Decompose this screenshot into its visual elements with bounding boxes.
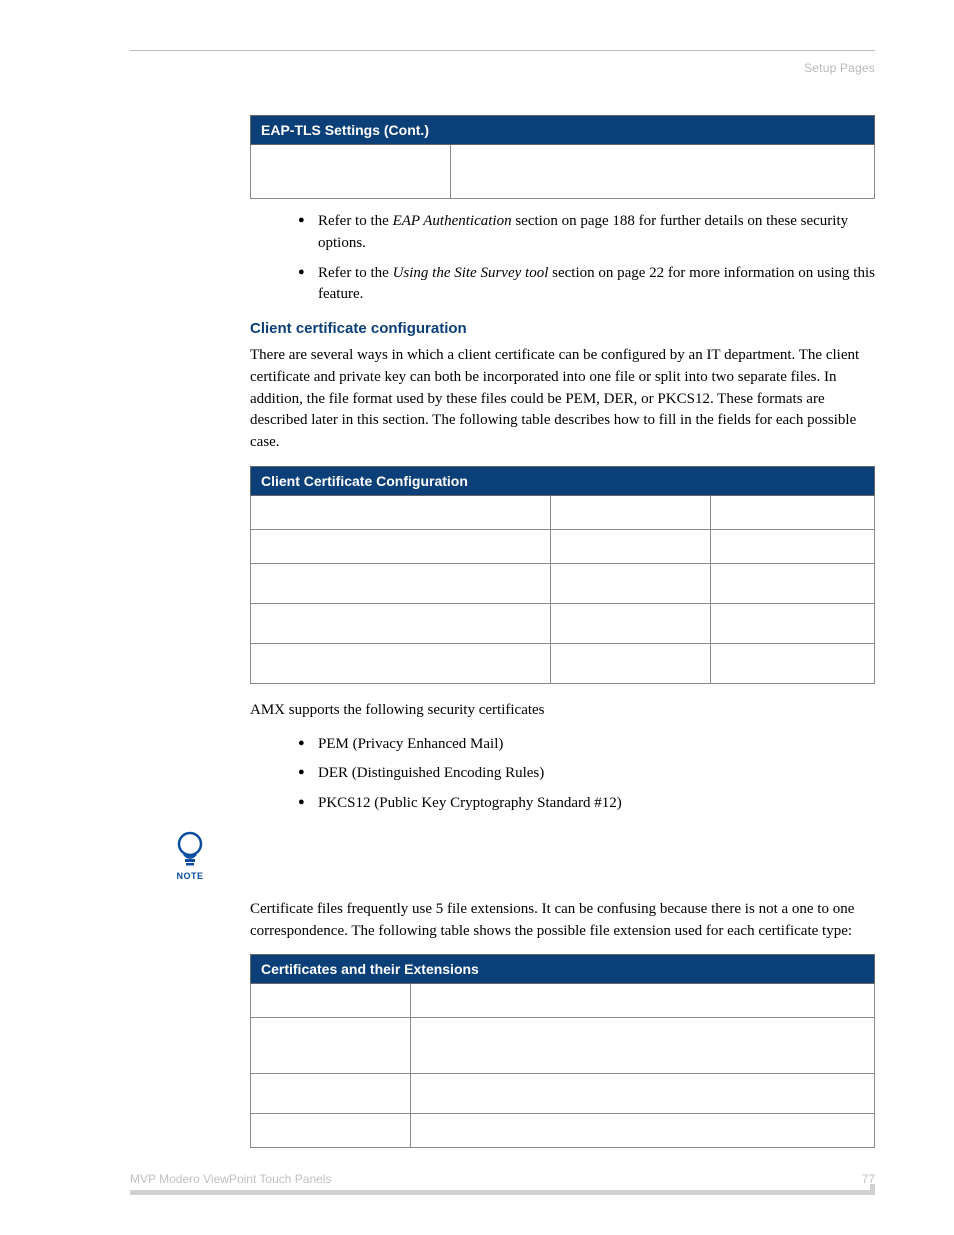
top-rule (130, 50, 875, 51)
note-icon: NOTE (168, 829, 212, 881)
ccc-table-title: Client Certificate Configuration (251, 466, 875, 495)
ccc-cell (251, 495, 551, 529)
amx-line: AMX supports the following security cert… (250, 700, 875, 722)
eap-cell (451, 145, 875, 199)
note-label: NOTE (168, 871, 212, 881)
ccc-cell (551, 563, 711, 603)
note-block: NOTE (250, 829, 875, 899)
ccc-cell (251, 603, 551, 643)
ccc-cell (251, 643, 551, 683)
cert-item: PEM (Privacy Enhanced Mail) (298, 734, 875, 756)
eap-cell (251, 145, 451, 199)
text: Refer to the (318, 265, 393, 281)
ref-link-text: EAP Authentication (393, 213, 512, 229)
cert-item: DER (Distinguished Encoding Rules) (298, 763, 875, 785)
ext-cell (251, 1074, 411, 1114)
certext-para: Certificate files frequently use 5 file … (250, 899, 875, 943)
page: Setup Pages EAP-TLS Settings (Cont.) Ref… (130, 50, 875, 1160)
ccc-cell (711, 563, 875, 603)
ccc-cell (551, 529, 711, 563)
ext-cell (251, 1114, 411, 1148)
section-heading-ccc: Client certificate configuration (250, 320, 875, 337)
ccc-cell (251, 529, 551, 563)
content-area: EAP-TLS Settings (Cont.) Refer to the EA… (250, 115, 875, 1148)
ccc-cell (251, 563, 551, 603)
eap-tls-table: EAP-TLS Settings (Cont.) (250, 115, 875, 199)
ccc-cell (551, 495, 711, 529)
ccc-table: Client Certificate Configuration (250, 466, 875, 684)
text: Refer to the (318, 213, 393, 229)
eap-tls-title: EAP-TLS Settings (Cont.) (251, 116, 875, 145)
running-header: Setup Pages (130, 61, 875, 75)
cert-list: PEM (Privacy Enhanced Mail) DER (Disting… (298, 734, 875, 815)
ref-item-2: Refer to the Using the Site Survey tool … (298, 263, 875, 307)
reference-list: Refer to the EAP Authentication section … (298, 211, 875, 306)
ccc-cell (551, 603, 711, 643)
ext-cell (411, 1074, 875, 1114)
ext-cell (411, 1018, 875, 1074)
ref-item-1: Refer to the EAP Authentication section … (298, 211, 875, 255)
ext-table-title: Certificates and their Extensions (251, 955, 875, 984)
footer: MVP Modero ViewPoint Touch Panels 77 (130, 1172, 875, 1195)
cert-item: PKCS12 (Public Key Cryptography Standard… (298, 793, 875, 815)
ccc-paragraph: There are several ways in which a client… (250, 345, 875, 454)
ext-cell (251, 1018, 411, 1074)
footer-rule (130, 1190, 875, 1195)
ref-link-text: Using the Site Survey tool (393, 265, 549, 281)
ccc-cell (711, 495, 875, 529)
ext-cell (411, 1114, 875, 1148)
footer-title: MVP Modero ViewPoint Touch Panels (130, 1172, 331, 1186)
ext-cell (251, 984, 411, 1018)
ext-cell (411, 984, 875, 1018)
ccc-cell (711, 529, 875, 563)
ext-table: Certificates and their Extensions (250, 954, 875, 1148)
ccc-cell (711, 643, 875, 683)
ccc-cell (711, 603, 875, 643)
ccc-cell (551, 643, 711, 683)
